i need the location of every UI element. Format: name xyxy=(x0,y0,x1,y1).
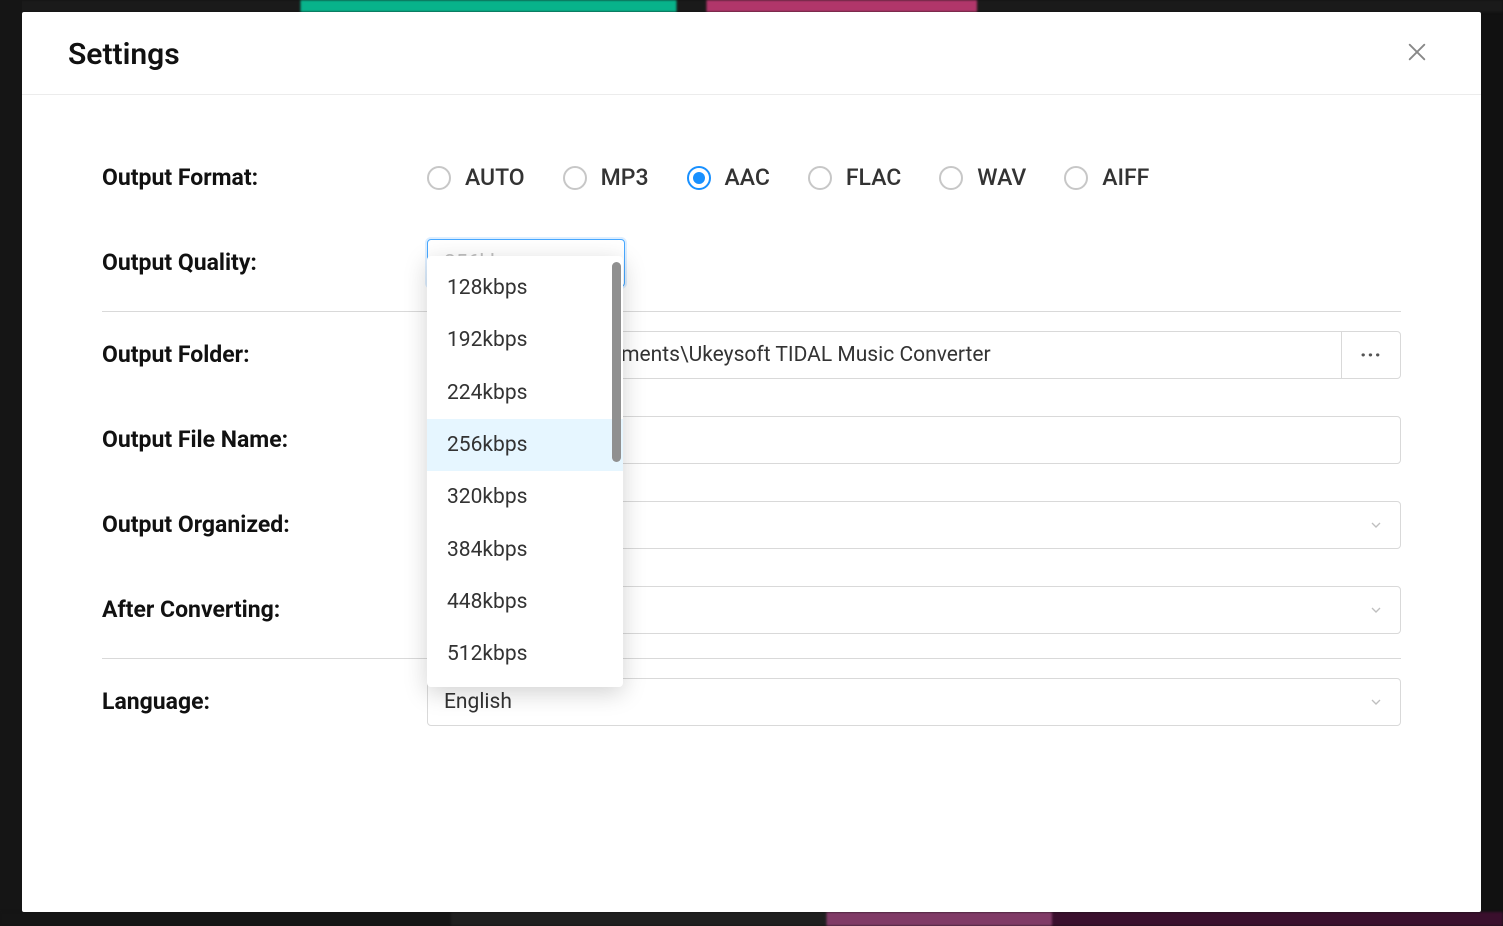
background-left-strip xyxy=(0,0,22,926)
label-output-format: Output Format: xyxy=(102,164,427,191)
radio-label: AIFF xyxy=(1102,164,1149,191)
modal-title: Settings xyxy=(68,37,180,72)
label-language: Language: xyxy=(102,688,427,715)
radio-icon xyxy=(1064,166,1088,190)
quality-option[interactable]: 320kbps xyxy=(427,471,623,523)
background-top-strip xyxy=(0,0,1503,12)
modal-header: Settings xyxy=(22,12,1481,95)
label-output-folder: Output Folder: xyxy=(102,341,427,368)
label-after-converting: After Converting: xyxy=(102,596,427,623)
dropdown-scrollbar[interactable] xyxy=(612,262,621,681)
quality-option[interactable]: 128kbps xyxy=(427,262,623,314)
radio-icon xyxy=(939,166,963,190)
row-language: Language: English xyxy=(102,659,1401,744)
format-radio-aac[interactable]: AAC xyxy=(687,164,770,191)
background-bottom-strip xyxy=(0,912,1503,926)
modal-body: Output Format: AUTO MP3 AAC FLAC WAV AIFF Out… xyxy=(22,95,1481,912)
row-output-quality: Output Quality: 256kbps xyxy=(102,220,1401,305)
output-quality-dropdown[interactable]: 128kbps192kbps224kbps256kbps320kbps384kb… xyxy=(427,256,623,687)
format-radio-aiff[interactable]: AIFF xyxy=(1064,164,1149,191)
radio-icon xyxy=(563,166,587,190)
label-output-filename: Output File Name: xyxy=(102,426,427,453)
format-radio-auto[interactable]: AUTO xyxy=(427,164,525,191)
row-after-converting: After Converting: xyxy=(102,567,1401,652)
row-output-organized: Output Organized: xyxy=(102,482,1401,567)
quality-option[interactable]: 512kbps xyxy=(427,628,623,680)
row-output-format: Output Format: AUTO MP3 AAC FLAC WAV AIFF xyxy=(102,135,1401,220)
chevron-down-icon xyxy=(1368,602,1384,618)
radio-label: AUTO xyxy=(465,164,525,191)
quality-option[interactable]: 256kbps xyxy=(427,419,623,471)
quality-option[interactable]: 192kbps xyxy=(427,314,623,366)
radio-label: WAV xyxy=(977,164,1026,191)
radio-icon xyxy=(687,166,711,190)
radio-icon xyxy=(427,166,451,190)
language-value: English xyxy=(444,690,512,714)
row-output-filename: Output File Name: xyxy=(102,397,1401,482)
dropdown-scrollbar-thumb[interactable] xyxy=(612,262,621,462)
format-radio-mp3[interactable]: MP3 xyxy=(563,164,649,191)
quality-option[interactable]: 384kbps xyxy=(427,524,623,576)
radio-label: AAC xyxy=(725,164,770,191)
radio-label: FLAC xyxy=(846,164,901,191)
chevron-down-icon xyxy=(1368,517,1384,533)
output-folder-value-fragment: ments\Ukeysoft TIDAL Music Converter xyxy=(621,343,991,367)
output-format-radio-group: AUTO MP3 AAC FLAC WAV AIFF xyxy=(427,164,1149,191)
label-output-organized: Output Organized: xyxy=(102,511,427,538)
browse-folder-button[interactable]: ··· xyxy=(1341,331,1401,379)
radio-icon xyxy=(808,166,832,190)
format-radio-wav[interactable]: WAV xyxy=(939,164,1026,191)
ellipsis-icon: ··· xyxy=(1360,343,1382,367)
settings-modal: Settings Output Format: AUTO MP3 AAC FLAC WA… xyxy=(22,12,1481,912)
quality-option[interactable]: 448kbps xyxy=(427,576,623,628)
label-output-quality: Output Quality: xyxy=(102,249,427,276)
close-button[interactable] xyxy=(1399,36,1435,72)
chevron-down-icon xyxy=(1368,694,1384,710)
row-output-folder: Output Folder: xxxxxxxxxxxxxxxxx ments\U… xyxy=(102,312,1401,397)
radio-label: MP3 xyxy=(601,164,649,191)
format-radio-flac[interactable]: FLAC xyxy=(808,164,901,191)
close-icon xyxy=(1406,41,1428,67)
quality-option[interactable]: 224kbps xyxy=(427,367,623,419)
